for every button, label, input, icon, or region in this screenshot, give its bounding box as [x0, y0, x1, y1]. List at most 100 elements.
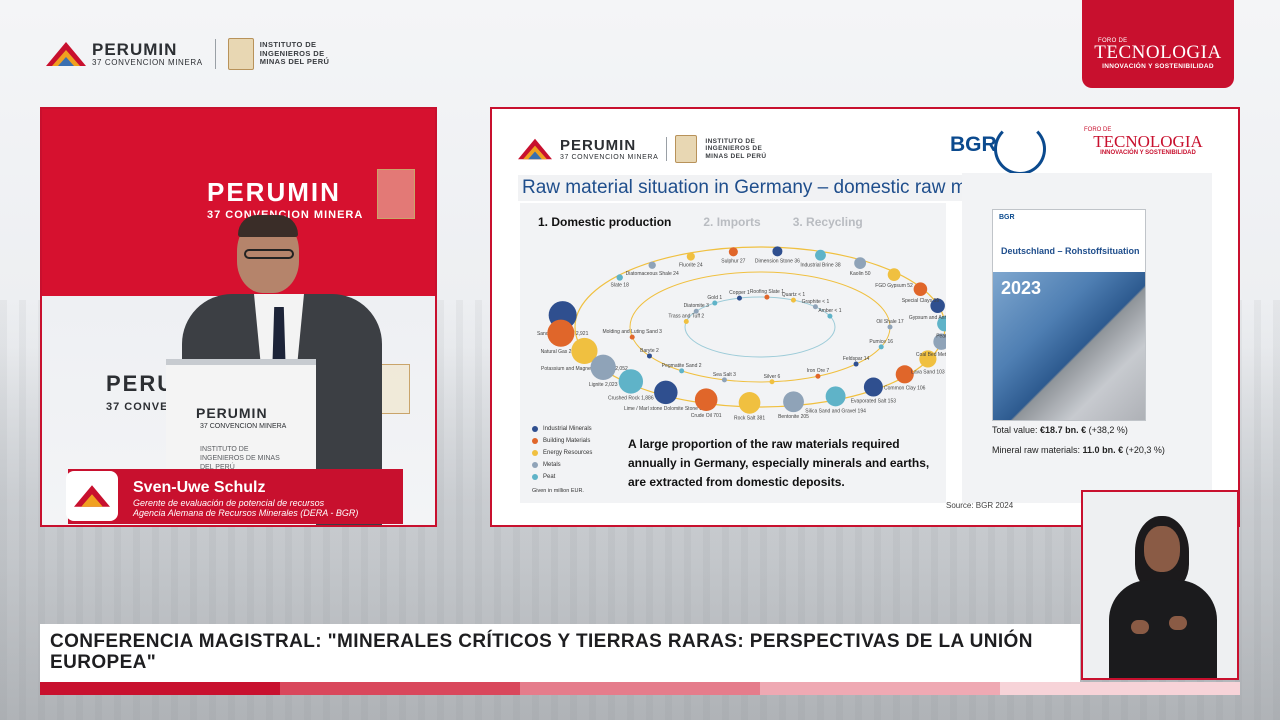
mineral-value-label: Mineral raw materials:	[992, 445, 1081, 455]
lectern-perumin-sub: 37 CONVENCION MINERA	[200, 423, 287, 430]
bubble-inner	[629, 334, 635, 340]
legend-dot-building	[532, 438, 538, 444]
stripe-segment-3	[520, 682, 760, 695]
speaker-glasses	[244, 249, 294, 259]
raw-materials-spiral-diagram: Sand and Gravel 2,921Natural Gas 2,082Po…	[537, 246, 946, 422]
total-value-label: Total value:	[992, 425, 1038, 435]
bubble-inner-label: Roofing Slate 1	[750, 289, 784, 295]
foro-tecnologia-badge: FORO DE TECNOLOGIA INNOVACIÓN Y SOSTENIB…	[1082, 0, 1234, 88]
bubble-inner	[853, 361, 859, 367]
header-logos: PERUMIN 37 CONVENCION MINERA INSTITUTO D…	[46, 36, 350, 72]
bubble-outer-label: Peat 78	[936, 333, 946, 339]
legend-item-peat: Peat	[532, 471, 592, 483]
bubble-outer-label: Silica Sand and Gravel 194	[805, 408, 866, 414]
report-brand: BGR	[999, 214, 1015, 221]
legend-dot-energy	[532, 450, 538, 456]
bubble-outer	[772, 246, 783, 257]
logo-divider	[214, 39, 216, 69]
bubble-inner	[712, 300, 718, 306]
bubble-inner-label: Graphite < 1	[802, 299, 830, 305]
total-value-amount: €18.7 bn. €	[1040, 425, 1087, 435]
slide-iimp-text: INSTITUTO DE INGENIEROS DE MINAS DEL PER…	[705, 137, 767, 160]
bubble-outer-label: Kaolin 50	[850, 271, 871, 277]
legend-label-metals: Metals	[543, 462, 561, 468]
bubble-inner-label: Pegmatite Sand 2	[662, 363, 702, 369]
slide-iimp-seal-icon	[675, 135, 698, 163]
slide-source: Source: BGR 2024	[946, 501, 1014, 510]
mineral-value-amount: 11.0 bn. €	[1082, 445, 1124, 455]
slide-body-text: A large proportion of the raw materials …	[628, 437, 930, 489]
bubble-inner	[736, 295, 742, 301]
bubble-outer-label: Industrial Brine 38	[800, 263, 841, 269]
slide-title: Raw material situation in Germany – dome…	[522, 177, 1028, 198]
bubble-inner-label: Baryte 2	[640, 348, 659, 354]
bubble-outer	[825, 386, 846, 407]
legend-label-building: Building Materials	[543, 438, 591, 444]
report-cover: BGR Deutschland – Rohstoffsituation 2023	[992, 209, 1146, 421]
bubble-outer-label: Slate 18	[611, 283, 630, 289]
bubble-inner-label: Iron Ore 7	[807, 368, 830, 374]
bubble-inner-label: Gold 1	[707, 295, 722, 301]
bubble-outer-label: Coal Bed Methane 101	[916, 352, 946, 358]
foro-title: TECNOLOGIA	[1094, 42, 1222, 63]
slide-foro-subtitle: INNOVACIÓN Y SOSTENIBILIDAD	[1100, 150, 1196, 156]
bubble-outer	[854, 257, 867, 269]
bubble-outer	[654, 380, 678, 405]
bubble-outer-label: Special Clays 59	[902, 298, 939, 304]
bubble-inner	[769, 379, 775, 385]
bubble-outer-label: Gypsum and Anhydrite 72	[909, 315, 946, 321]
bubble-outer	[728, 247, 738, 257]
conference-title: CONFERENCIA MAGISTRAL: "MINERALES CRÍTIC…	[50, 631, 1033, 673]
perumin-logo: PERUMIN 37 CONVENCION MINERA	[46, 40, 203, 68]
report-cover-header	[993, 210, 1145, 272]
diagram-legend: Industrial Minerals Building Materials E…	[532, 423, 592, 497]
bubble-outer	[783, 391, 804, 413]
slide-perumin-name: PERUMIN	[560, 137, 637, 154]
report-year: 2023	[1001, 278, 1042, 298]
interpreter-face	[1144, 526, 1180, 572]
bubble-inner-label: Feldspar 14	[843, 356, 870, 362]
mineral-value-change: (+20,3 %)	[1125, 445, 1165, 455]
legend-item-metals: Metals	[532, 459, 592, 471]
iimp-logo: INSTITUTO DE INGENIEROS DE MINAS DEL PER…	[227, 38, 350, 70]
slide-perumin-mountain-icon	[518, 138, 552, 160]
bubble-inner	[764, 294, 770, 300]
bubble-outer	[616, 274, 623, 281]
bubble-outer	[913, 282, 928, 296]
bubble-outer	[547, 319, 575, 347]
bubble-inner-label: Amber < 1	[818, 308, 841, 314]
bubble-outer-label: Dimension Stone 36	[755, 258, 800, 264]
bubble-inner-label: Molding and Luting Sand 3	[602, 329, 662, 335]
bubble-outer	[648, 261, 656, 269]
iimp-seal-icon	[227, 38, 254, 70]
total-value-change: (+38,2 %)	[1088, 425, 1128, 435]
legend-label-peat: Peat	[543, 474, 556, 480]
legend-note: Given in million EUR.	[532, 488, 584, 494]
bubble-inner	[721, 377, 727, 383]
legend-item-industrial: Industrial Minerals	[532, 423, 592, 435]
nameplate-logo-icon	[66, 471, 118, 521]
bubble-inner-label: Oil Shale 17	[876, 319, 903, 325]
bubble-inner-label: Quartz < 1	[782, 292, 806, 298]
slide-logo-divider	[666, 137, 668, 161]
total-value-line: Total value: €18.7 bn. € (+38,2 %)	[992, 425, 1128, 435]
perumin-name: PERUMIN	[92, 40, 178, 59]
bubble-inner	[693, 308, 699, 314]
bubble-outer-label: Crude Oil 701	[691, 413, 722, 419]
stripe-segment-5	[1000, 682, 1240, 695]
bubble-inner	[679, 368, 685, 374]
bubble-outer	[618, 369, 644, 394]
bubble-inner-label: Silver 6	[764, 374, 781, 380]
bubble-outer	[863, 377, 883, 397]
bubble-outer	[694, 388, 718, 412]
bubble-inner	[878, 344, 884, 350]
backdrop-seal-icon	[377, 169, 415, 219]
speaker-name: Sven-Uwe Schulz	[133, 479, 266, 496]
iimp-text: INSTITUTO DE INGENIEROS DE MINAS DEL PER…	[259, 40, 330, 67]
stripe-segment-4	[760, 682, 1000, 695]
slide-foro-title: TECNOLOGIA	[1093, 132, 1203, 151]
stripe-segment-1	[40, 682, 280, 695]
interpreter-right-hand	[1169, 616, 1187, 630]
speaker-video: PERUMIN 37 CONVENCION MINERA PERUMIN 37 …	[40, 107, 437, 527]
bgr-logo: BGR	[950, 123, 1050, 175]
